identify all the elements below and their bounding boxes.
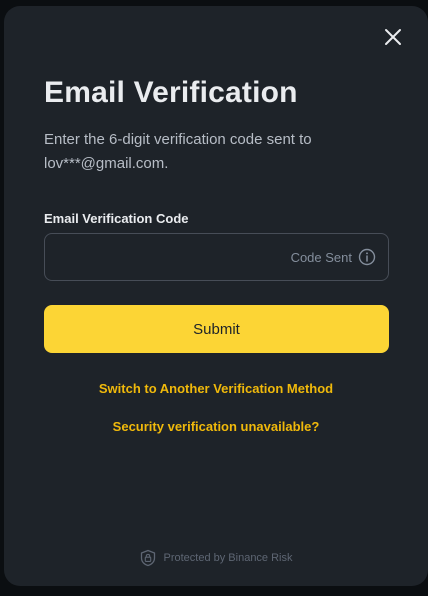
switch-verification-method-link[interactable]: Switch to Another Verification Method: [4, 381, 428, 396]
verification-code-label: Email Verification Code: [44, 211, 189, 226]
email-verification-modal: Email Verification Enter the 6-digit ver…: [4, 6, 428, 586]
modal-title: Email Verification: [44, 76, 298, 109]
modal-description: Enter the 6-digit verification code sent…: [44, 131, 312, 172]
verification-code-field: Code Sent: [44, 233, 389, 281]
info-icon[interactable]: [358, 248, 376, 266]
footer: Protected by Binance Risk: [4, 549, 428, 567]
code-sent-status: Code Sent: [290, 249, 352, 265]
close-icon: [383, 27, 403, 52]
close-button[interactable]: [382, 28, 404, 50]
footer-text: Protected by Binance Risk: [163, 552, 293, 564]
submit-button[interactable]: Submit: [44, 305, 389, 353]
verification-code-input[interactable]: [57, 248, 291, 266]
security-verification-unavailable-link[interactable]: Security verification unavailable?: [4, 419, 428, 434]
shield-lock-icon: [139, 549, 157, 567]
